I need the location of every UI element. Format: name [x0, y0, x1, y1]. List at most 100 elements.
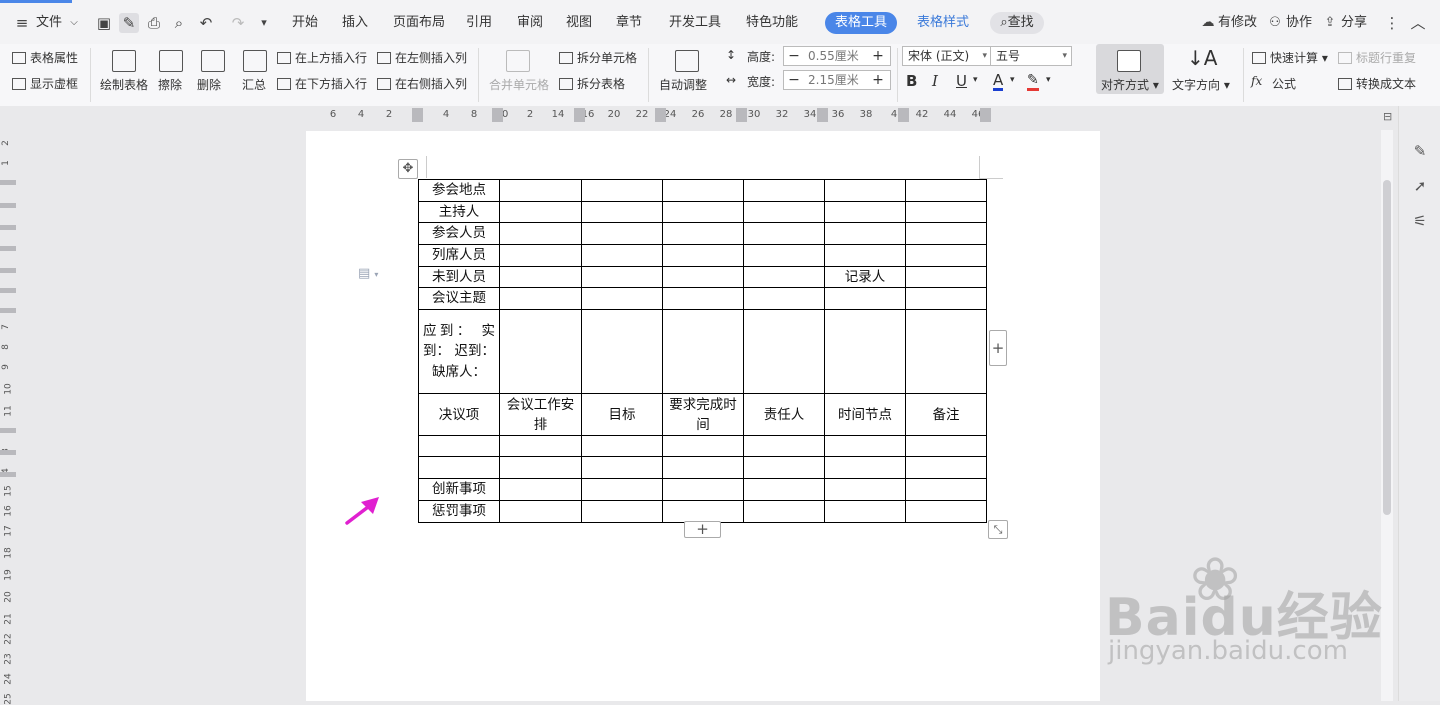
table-cell[interactable]	[581, 243, 663, 267]
table-cell[interactable]: 创新事项	[418, 478, 500, 501]
table-cell[interactable]	[905, 309, 987, 394]
more-icon[interactable]: ▾	[254, 13, 274, 33]
table-cell[interactable]	[418, 456, 500, 479]
table-cell[interactable]: 参会地点	[418, 179, 500, 202]
table-cell[interactable]	[499, 456, 582, 479]
bold-icon[interactable]: B	[906, 72, 917, 90]
meeting-table[interactable]: 参会地点 主持人 参会人员 列席人员 未到人员 记录人 会议主题 应到： 实到： 迟到： 缺席…	[418, 179, 987, 523]
collapse-ribbon-icon[interactable]: ︿	[1408, 13, 1428, 33]
vertical-scrollbar[interactable]	[1381, 130, 1393, 701]
save-icon[interactable]: ▣	[94, 13, 114, 33]
format-painter-icon[interactable]: ✎	[119, 13, 139, 33]
split-table-button[interactable]: 拆分表格	[559, 75, 625, 92]
table-cell[interactable]: 责任人	[743, 393, 825, 436]
search-button[interactable]: ⌕查找	[990, 12, 1044, 34]
tab-references[interactable]: 引用	[466, 13, 492, 33]
delete-button[interactable]: 删除	[197, 76, 221, 93]
insert-row-below-button[interactable]: 在下方插入行	[277, 75, 367, 92]
table-cell[interactable]: 记录人	[824, 265, 906, 288]
tab-home[interactable]: 开始	[292, 13, 318, 33]
ruler-column-marker[interactable]	[492, 108, 503, 122]
table-cell[interactable]: 未到人员	[418, 265, 500, 288]
table-cell[interactable]	[499, 265, 582, 288]
table-cell[interactable]	[581, 499, 663, 523]
table-cell[interactable]	[581, 179, 663, 202]
ruler-column-marker[interactable]	[898, 108, 909, 122]
ruler-column-marker[interactable]	[817, 108, 828, 122]
highlight-icon[interactable]: ✎	[1027, 72, 1039, 91]
chevron-down-icon[interactable]: ▾	[1046, 75, 1051, 85]
table-cell[interactable]	[581, 309, 663, 394]
table-cell[interactable]	[662, 499, 744, 523]
split-view-icon[interactable]: ⊟	[1383, 110, 1392, 123]
table-cell[interactable]	[581, 287, 663, 310]
modified-status[interactable]: 有修改	[1218, 13, 1257, 33]
table-cell[interactable]	[743, 499, 825, 523]
table-cell[interactable]	[581, 456, 663, 479]
table-cell[interactable]	[662, 435, 744, 457]
table-cell[interactable]	[499, 435, 582, 457]
move-table-icon[interactable]: ✥	[398, 159, 418, 179]
table-cell[interactable]	[499, 499, 582, 523]
more-options-icon[interactable]: ⋮	[1382, 13, 1402, 33]
table-cell[interactable]	[905, 456, 987, 479]
ruler-column-marker[interactable]	[574, 108, 585, 122]
table-cell[interactable]	[499, 222, 582, 245]
table-cell[interactable]	[824, 243, 906, 267]
table-cell[interactable]	[743, 287, 825, 310]
formula-button[interactable]: 公式	[1272, 75, 1296, 92]
table-cell[interactable]	[581, 265, 663, 288]
table-cell[interactable]	[905, 265, 987, 288]
table-cell[interactable]	[662, 200, 744, 223]
table-cell[interactable]	[662, 478, 744, 501]
add-row-button[interactable]: +	[684, 521, 721, 538]
table-cell[interactable]	[581, 200, 663, 223]
collaborate-button[interactable]: 协作	[1286, 13, 1312, 33]
table-cell[interactable]	[824, 456, 906, 479]
ruler-column-marker[interactable]	[980, 108, 991, 122]
table-cell[interactable]	[662, 243, 744, 267]
undo-icon[interactable]: ↶	[196, 13, 216, 33]
table-cell[interactable]	[905, 287, 987, 310]
height-value[interactable]: 0.55厘米	[808, 47, 859, 65]
table-cell[interactable]: 惩罚事项	[418, 499, 500, 523]
italic-icon[interactable]: I	[932, 72, 938, 90]
decrease-button[interactable]: −	[784, 71, 804, 89]
table-cell[interactable]	[824, 499, 906, 523]
table-cell[interactable]: 列席人员	[418, 243, 500, 267]
align-button[interactable]: 对齐方式 ▾	[1096, 44, 1164, 94]
height-stepper[interactable]: − 0.55厘米 +	[783, 46, 891, 66]
draw-table-button[interactable]: 绘制表格	[100, 76, 148, 93]
tab-page-layout[interactable]: 页面布局	[393, 13, 445, 33]
table-cell[interactable]	[905, 243, 987, 267]
table-cell[interactable]: 备注	[905, 393, 987, 436]
table-cell[interactable]	[743, 435, 825, 457]
table-cell[interactable]: 会议主题	[418, 287, 500, 310]
table-cell[interactable]: 参会人员	[418, 222, 500, 245]
font-size-select[interactable]: 五号 ▾	[990, 46, 1072, 66]
table-cell[interactable]	[905, 435, 987, 457]
table-cell[interactable]	[499, 309, 582, 394]
table-cell[interactable]	[743, 265, 825, 288]
repeat-header-button[interactable]: 标题行重复	[1338, 49, 1416, 66]
increase-button[interactable]: +	[868, 71, 888, 89]
table-cell[interactable]	[499, 179, 582, 202]
table-cell[interactable]	[824, 478, 906, 501]
table-cell[interactable]	[905, 499, 987, 523]
table-cell[interactable]	[824, 200, 906, 223]
table-cell[interactable]	[743, 309, 825, 394]
table-cell[interactable]	[824, 309, 906, 394]
summary-button[interactable]: 汇总	[242, 76, 266, 93]
table-cell[interactable]	[824, 287, 906, 310]
table-cell[interactable]: 决议项	[418, 393, 500, 436]
insert-row-above-button[interactable]: 在上方插入行	[277, 49, 367, 66]
menu-icon[interactable]: ≡	[12, 13, 32, 33]
table-cell[interactable]: 主持人	[418, 200, 500, 223]
text-direction-button[interactable]: 文字方向 ▾	[1172, 76, 1230, 93]
table-cell[interactable]	[743, 456, 825, 479]
table-cell[interactable]: 目标	[581, 393, 663, 436]
table-cell[interactable]	[743, 200, 825, 223]
table-cell[interactable]	[743, 243, 825, 267]
chevron-down-icon[interactable]: ▾	[1010, 75, 1015, 85]
select-cursor-icon[interactable]: ➚	[1411, 177, 1429, 195]
